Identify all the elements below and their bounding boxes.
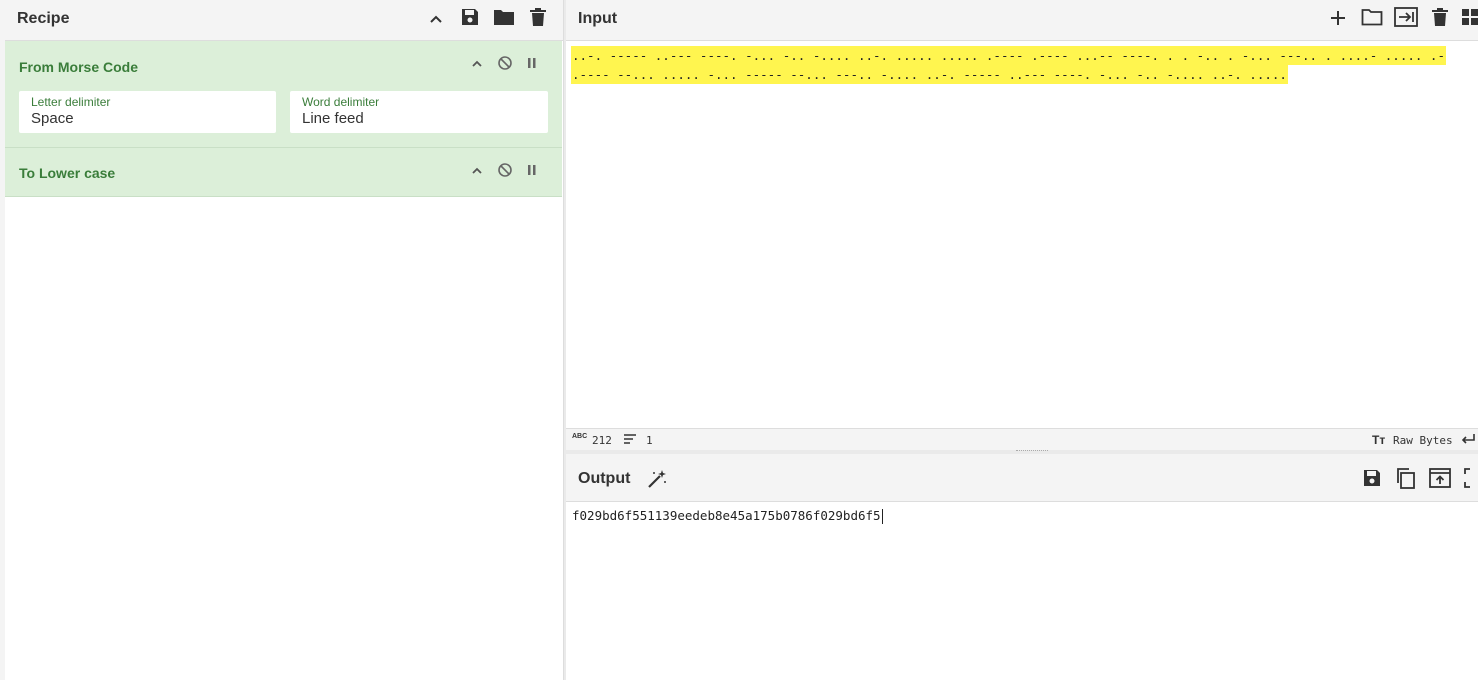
recipe-panel: Recipe From Morse Code Letter delimiter … [0,0,563,680]
input-text-line[interactable]: .---- --... ..... -... ----- --... ---..… [571,65,1288,84]
operation-name: To Lower case [19,165,116,181]
input-text-line[interactable]: ..-. ----- ..--- ----. -... -.. -.... ..… [571,46,1446,65]
input-header: Input [566,0,1478,41]
disable-operation-icon[interactable] [497,55,513,71]
word-delimiter-field[interactable]: Word delimiter Line feed [290,91,548,133]
copy-output-icon[interactable] [1395,467,1417,489]
text-format-icon[interactable]: Tт [1372,433,1385,447]
line-count-icon [624,434,636,444]
text-caret [881,509,883,524]
output-header: Output [566,454,1478,502]
output-value: f029bd6f551139eedeb8e45a175b0786f029bd6f… [572,508,881,523]
resize-grip[interactable] [1016,450,1048,453]
chevron-up-icon[interactable] [470,57,484,71]
clear-recipe-trash-icon[interactable] [529,7,547,27]
field-value[interactable]: Line feed [302,110,364,127]
load-recipe-folder-icon[interactable] [493,8,515,26]
operation-from-morse-code[interactable]: From Morse Code Letter delimiter Space W… [5,41,562,148]
field-label: Letter delimiter [31,95,111,109]
field-value[interactable]: Space [31,110,74,127]
output-text[interactable]: f029bd6f551139eedeb8e45a175b0786f029bd6f… [572,508,883,524]
disable-operation-icon[interactable] [497,162,513,178]
clear-input-trash-icon[interactable] [1431,7,1449,27]
recipe-title: Recipe [17,10,70,27]
maximize-icon[interactable] [1464,468,1478,488]
recipe-header: Recipe [0,0,563,41]
encoding-selector[interactable]: Raw Bytes [1393,434,1453,447]
open-folder-import-icon[interactable] [1394,7,1418,27]
input-status-bar: ABC 212 1 Tт Raw Bytes [566,428,1478,451]
output-title: Output [578,470,631,487]
open-file-folder-icon[interactable] [1361,8,1383,26]
add-tab-plus-icon[interactable] [1328,8,1348,28]
chevron-up-icon[interactable] [470,164,484,178]
input-textarea[interactable]: ..-. ----- ..--- ----. -... -.. -.... ..… [566,41,1478,428]
replace-input-icon[interactable] [1429,468,1451,488]
chevron-up-icon[interactable] [428,11,444,27]
input-length-value: 212 [592,434,612,447]
operation-to-lower-case[interactable]: To Lower case [5,148,562,197]
word-wrap-icon[interactable] [1460,433,1476,445]
magic-wand-icon[interactable] [646,468,668,490]
length-abc-icon: ABC [572,433,588,440]
input-title: Input [578,10,618,27]
output-textarea[interactable]: f029bd6f551139eedeb8e45a175b0786f029bd6f… [566,502,1478,680]
input-lines-value: 1 [646,434,653,447]
pause-breakpoint-icon[interactable] [526,163,538,177]
pause-breakpoint-icon[interactable] [526,56,538,70]
save-recipe-icon[interactable] [460,7,480,27]
reset-layout-icon[interactable] [1462,9,1478,25]
letter-delimiter-field[interactable]: Letter delimiter Space [19,91,276,133]
save-output-icon[interactable] [1362,468,1382,488]
field-label: Word delimiter [302,95,380,109]
operation-name: From Morse Code [19,59,139,75]
